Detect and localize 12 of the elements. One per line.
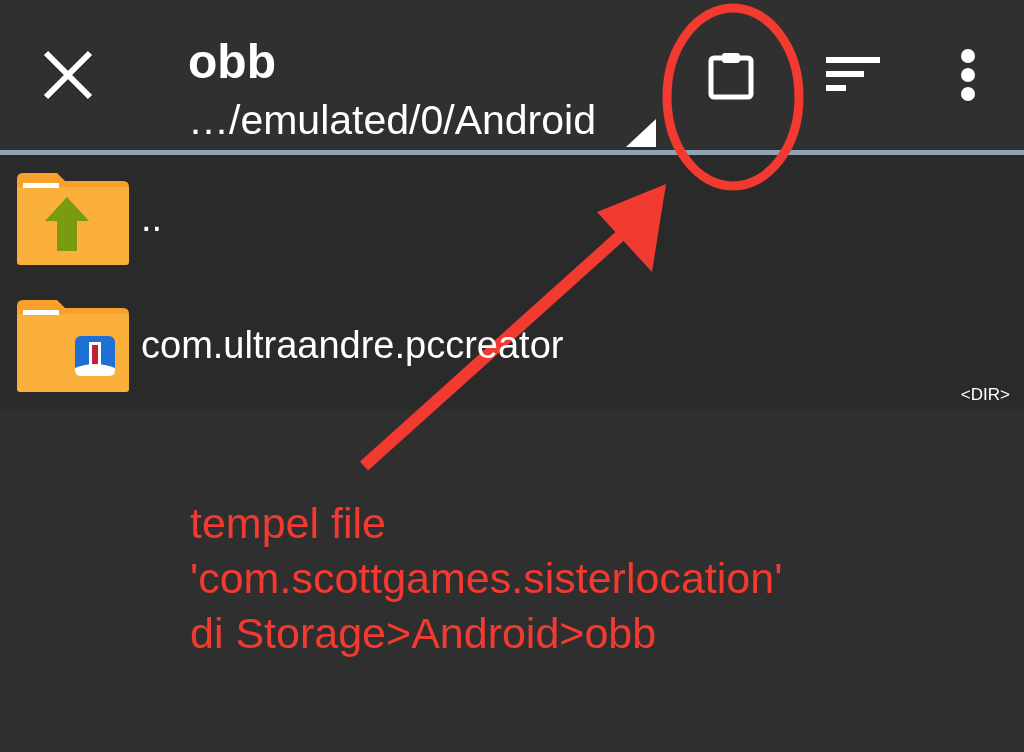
clipboard-icon	[707, 50, 754, 100]
annotation-text: tempel file 'com.scottgames.sisterlocation' di Storage>Android>obb	[190, 498, 783, 659]
folder-icon	[17, 299, 129, 392]
folder-path: …/emulated/0/Android	[188, 99, 596, 141]
more-options-icon	[958, 49, 977, 101]
folder-title: obb	[188, 37, 277, 86]
type-label: <DIR>	[960, 383, 1010, 406]
file-name: ..	[141, 196, 163, 241]
file-row[interactable]: ..	[0, 155, 1024, 282]
folder-icon	[17, 172, 129, 265]
dropdown-corner-icon	[625, 119, 656, 147]
close-icon	[42, 49, 94, 101]
